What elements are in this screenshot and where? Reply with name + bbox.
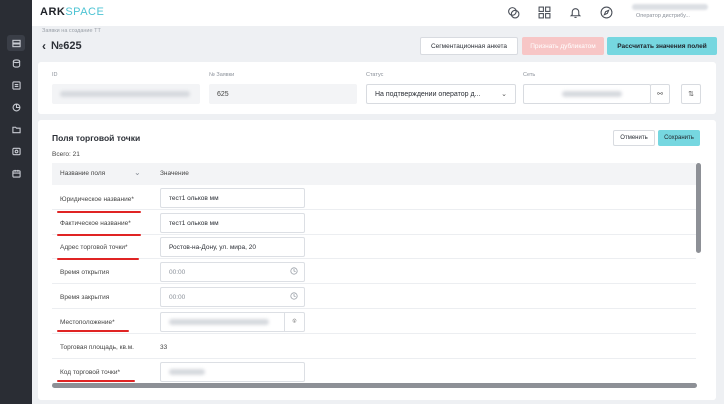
point-code-redacted	[169, 369, 205, 375]
status-value: На подтверждении оператор д...	[375, 90, 481, 98]
actual-name-input[interactable]: тест1 ольков мм	[160, 213, 305, 233]
status-label: Статус	[366, 72, 384, 78]
legal-name-input[interactable]: тест1 ольков мм	[160, 188, 305, 208]
area-value: 33	[160, 344, 168, 351]
vertical-scrollbar[interactable]	[696, 163, 701, 253]
bell-icon[interactable]	[569, 6, 582, 19]
settings-icon[interactable]	[9, 145, 23, 157]
chevron-down-icon: ⌄	[501, 91, 507, 98]
point-code-input[interactable]	[160, 362, 305, 382]
sidebar	[0, 0, 32, 404]
user-name[interactable]	[632, 4, 708, 10]
calculate-values-button[interactable]: Рассчитать значения полей	[607, 37, 717, 55]
chat-icon[interactable]	[507, 6, 520, 19]
segmentation-survey-button[interactable]: Сегментационная анкета	[420, 37, 518, 55]
table-header	[52, 163, 696, 185]
page-title: №625	[51, 40, 82, 52]
location-input[interactable]: ⌾	[160, 312, 305, 332]
id-label: ID	[52, 72, 58, 78]
list-icon[interactable]	[9, 79, 23, 91]
row-label: Торговая площадь, кв.м.	[60, 344, 134, 351]
clock-icon[interactable]	[290, 292, 298, 302]
close-time-value: 00:00	[169, 293, 186, 301]
row-label: Время закрытия	[60, 294, 110, 301]
horizontal-scrollbar[interactable]	[52, 383, 697, 388]
network-label: Сеть	[523, 72, 536, 78]
request-number-field: 625	[209, 84, 357, 104]
table-row	[52, 186, 696, 210]
top-bar: ARKSPACE Оператор дистрибу...	[32, 0, 724, 26]
logo: ARKSPACE	[40, 6, 105, 18]
network-value-redacted	[562, 91, 622, 97]
folder-icon[interactable]	[9, 123, 23, 135]
table-row	[52, 310, 696, 334]
row-label: Код торговой точки*	[60, 369, 121, 376]
location-value-redacted	[169, 319, 269, 325]
requests-icon[interactable]	[7, 35, 25, 51]
status-select[interactable]: На подтверждении оператор д... ⌄	[366, 84, 516, 104]
chevron-left-icon[interactable]: ‹	[42, 40, 46, 52]
row-label: Время открытия	[60, 269, 110, 276]
id-value-redacted	[60, 91, 190, 97]
red-underline	[57, 330, 129, 332]
request-number-label: № Заявки	[209, 72, 235, 78]
row-label: Местоположение*	[60, 319, 115, 326]
column-header-value: Значение	[160, 170, 189, 177]
table-row	[52, 335, 696, 359]
calendar-icon[interactable]	[9, 167, 23, 179]
map-pin-icon[interactable]: ⌾	[284, 313, 304, 331]
save-button[interactable]: Сохранить	[658, 130, 700, 146]
clock-icon[interactable]	[290, 267, 298, 277]
open-time-input[interactable]: 00:00	[160, 262, 305, 282]
user-role: Оператор дистрибу...	[636, 13, 690, 19]
column-header-name[interactable]: Название поля	[60, 170, 105, 177]
table-row	[52, 360, 696, 384]
sort-icon[interactable]: ⇅	[681, 84, 701, 104]
network-field[interactable]	[523, 84, 651, 104]
row-label: Адрес торговой точки*	[60, 244, 128, 251]
cancel-button[interactable]: Отменить	[613, 130, 655, 146]
address-input[interactable]: Ростов-на-Дону, ул. мира, 20	[160, 237, 305, 257]
close-time-input[interactable]: 00:00	[160, 287, 305, 307]
fields-card-title: Поля торговой точки	[52, 133, 141, 143]
back-title[interactable]: ‹ №625	[42, 40, 82, 52]
red-underline	[57, 380, 135, 382]
row-label: Юридическое название*	[60, 196, 134, 203]
database-icon[interactable]	[9, 57, 23, 69]
id-field	[52, 84, 200, 104]
link-icon[interactable]: ⚯	[650, 84, 670, 104]
table-row	[52, 211, 696, 235]
chart-icon[interactable]	[9, 101, 23, 113]
table-row	[52, 285, 696, 309]
table-row	[52, 235, 696, 259]
open-time-value: 00:00	[169, 268, 186, 276]
row-label: Фактическое название*	[60, 220, 131, 227]
mark-duplicate-button[interactable]: Признать дубликатом	[522, 37, 604, 55]
breadcrumb[interactable]: Заявки на создание ТТ	[42, 28, 101, 34]
chevron-down-icon[interactable]: ⌄	[134, 168, 141, 177]
total-count: Всего: 21	[52, 151, 80, 158]
compass-icon[interactable]	[600, 6, 613, 19]
apps-grid-icon[interactable]	[538, 6, 551, 19]
table-row	[52, 260, 696, 284]
